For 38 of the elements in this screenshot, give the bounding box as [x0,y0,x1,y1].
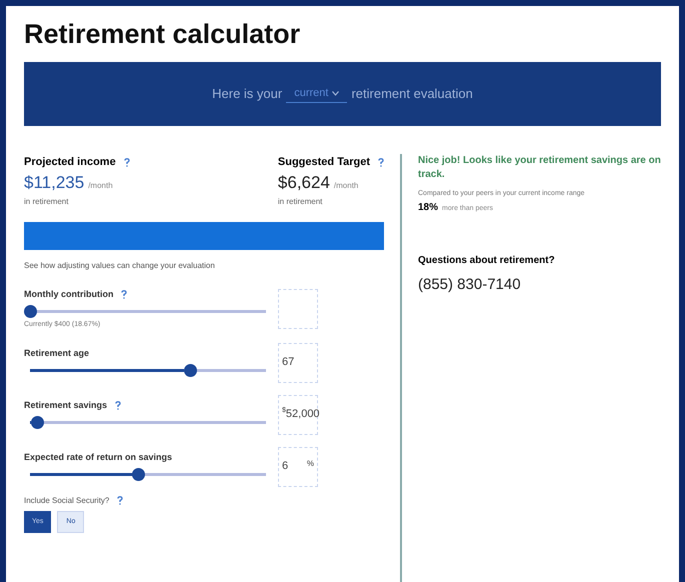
income-note: in retirement [24,196,70,208]
value-field[interactable]: 67 [278,342,318,383]
phone-number: (855) 830-7140 [418,274,522,295]
value-field[interactable] [278,289,318,330]
social-security-label: Include Social Security? [24,494,110,507]
value-text: 52,000 [286,408,320,422]
unit-text: /month [88,180,113,192]
caret-icon [332,90,340,96]
unit-text: /month [334,180,358,192]
income-note: in retirement [278,196,324,208]
contact-question: Questions about retirement? [418,254,556,268]
value-text: 67 [282,354,294,370]
income-amount: $6,624 [278,172,330,194]
slider-label: Monthly contribution [24,288,114,301]
value-text: 6 [282,458,288,474]
page-title: Retirement calculator [24,18,302,51]
help-icon[interactable] [117,496,124,506]
result-headline: Nice job! Looks like your retirement savings are on track. [418,154,661,182]
banner-text: Here is your [212,85,282,103]
slider-thumb[interactable] [184,364,197,377]
help-icon[interactable] [124,158,130,166]
income-label: Suggested Target [278,154,370,170]
help-icon[interactable] [115,400,122,410]
percent-text: 18% [418,200,438,215]
hint-text: See how adjusting values can change your evaluation [24,260,216,272]
value-field[interactable]: 6 % [278,446,318,487]
banner-text: retirement evaluation [351,85,473,103]
slider-thumb[interactable] [24,305,37,318]
suffix-text: % [306,458,314,470]
slider-label: Expected rate of return on savings [24,450,172,464]
slider-label: Retirement age [24,346,90,360]
income-amount: $11,235 [24,172,84,194]
slider-thumb[interactable] [132,468,146,481]
slider-label: Retirement savings [24,398,108,412]
help-icon[interactable] [121,290,128,299]
slider-thumb[interactable] [31,416,44,429]
help-icon[interactable] [378,158,384,166]
income-label: Projected income [24,154,116,170]
